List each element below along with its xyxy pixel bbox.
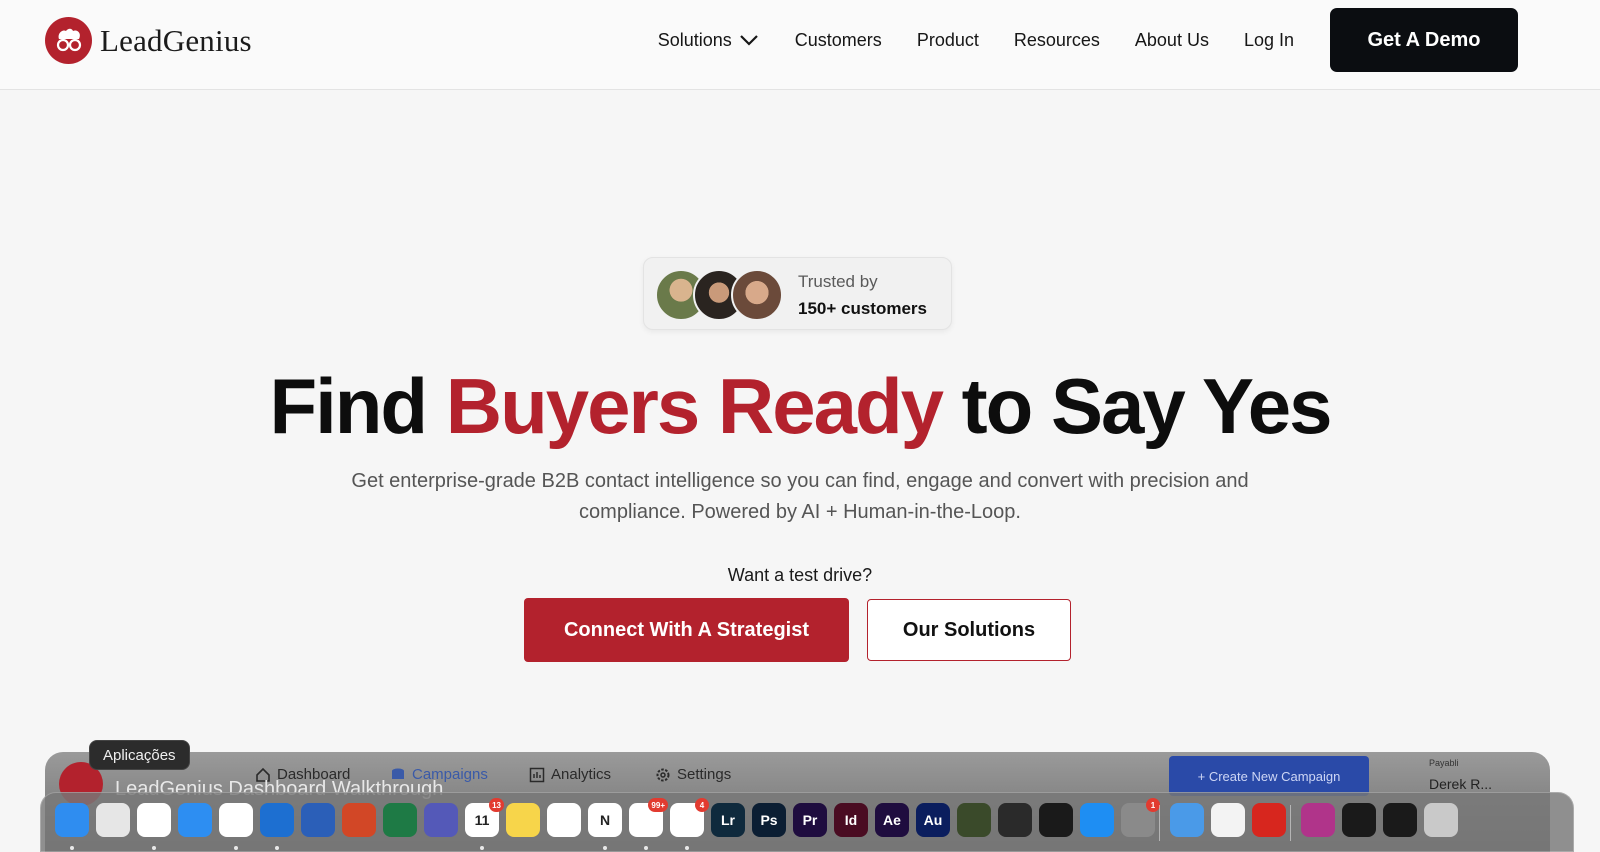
audition-icon[interactable]: Au <box>916 803 950 837</box>
avatar <box>731 269 783 321</box>
hero-subtitle: Get enterprise-grade B2B contact intelli… <box>300 466 1300 528</box>
dock-icon-label: Ae <box>883 812 901 828</box>
bar-chart-icon <box>529 767 545 782</box>
dock-tooltip: Aplicações <box>89 740 190 770</box>
notification-badge: 4 <box>695 798 709 812</box>
gear-icon <box>656 768 670 781</box>
window-thumbnail-icon[interactable] <box>1342 803 1376 837</box>
hero-subtitle-line1: Get enterprise-grade B2B contact intelli… <box>351 470 1249 492</box>
trash-icon[interactable] <box>1424 803 1458 837</box>
reminders-icon[interactable] <box>547 803 581 837</box>
dock-separator <box>1159 805 1160 841</box>
indesign-icon[interactable]: Id <box>834 803 868 837</box>
preview-nav-settings: Settings <box>655 766 731 783</box>
trust-badge: Trusted by 150+ customers <box>643 257 952 330</box>
photoshop-icon[interactable]: Ps <box>752 803 786 837</box>
finder-icon[interactable] <box>55 803 89 837</box>
notification-badge: 99+ <box>648 798 668 812</box>
dock-icon-label: 11 <box>474 812 490 828</box>
calendar-icon[interactable]: 11 13 <box>465 798 504 837</box>
brand-logo[interactable]: LeadGenius <box>45 17 252 64</box>
nav-solutions[interactable]: Solutions <box>658 30 760 51</box>
running-indicator <box>152 846 156 850</box>
connect-strategist-button[interactable]: Connect With A Strategist <box>524 598 849 662</box>
numbers-sheet-icon[interactable] <box>1211 803 1245 837</box>
test-drive-label: Want a test drive? <box>727 565 873 585</box>
hero-title-part2: to Say Yes <box>942 362 1333 450</box>
get-demo-button[interactable]: Get A Demo <box>1330 8 1518 72</box>
main-nav: Solutions Customers Product Resources Ab… <box>658 8 1518 72</box>
window-thumbnail-icon[interactable] <box>1383 803 1417 837</box>
macos-dock: 11 13 N 99+ 4 Lr Ps Pr Id Ae Au 1 <box>40 792 1574 852</box>
nav-product[interactable]: Product <box>917 30 979 51</box>
nav-resources[interactable]: Resources <box>1014 30 1100 51</box>
notification-badge: 1 <box>1146 798 1160 812</box>
our-solutions-button[interactable]: Our Solutions <box>867 599 1071 661</box>
preview-user-name: Derek R... <box>1429 776 1493 792</box>
notes-icon[interactable] <box>506 803 540 837</box>
app-store-icon[interactable] <box>1080 803 1114 837</box>
nav-log-in[interactable]: Log In <box>1244 30 1294 51</box>
notion-icon[interactable]: N <box>588 803 622 837</box>
hero-title-part1: Find <box>269 362 446 450</box>
preview-create-campaign-button: + Create New Campaign <box>1169 756 1369 796</box>
running-indicator <box>685 846 689 850</box>
running-indicator <box>644 846 648 850</box>
outlook-icon[interactable] <box>260 803 294 837</box>
slack-icon[interactable]: 4 <box>670 798 709 837</box>
send-icon[interactable]: 99+ <box>629 798 668 837</box>
preview-nav-label: Analytics <box>551 766 612 783</box>
globe-app-icon[interactable] <box>957 803 991 837</box>
teams-icon[interactable] <box>424 803 458 837</box>
site-header: LeadGenius Solutions Customers Product R… <box>0 0 1600 90</box>
hero-title-accent: Buyers Ready <box>445 362 944 450</box>
system-settings-icon[interactable]: 1 <box>1121 798 1160 837</box>
acrobat-icon[interactable] <box>1252 803 1286 837</box>
chatgpt-icon[interactable] <box>137 803 171 837</box>
dock-icon-label: Pr <box>802 812 818 828</box>
dock-icon-label: Au <box>923 812 943 828</box>
disk-utility-icon[interactable] <box>1170 803 1204 837</box>
safari-icon[interactable] <box>178 803 212 837</box>
preview-nav-analytics: Analytics <box>529 766 611 783</box>
hero-subtitle-line2: compliance. Powered by AI + Human-in-the… <box>579 501 1021 523</box>
running-indicator <box>480 846 484 850</box>
dock-separator <box>1290 805 1291 841</box>
running-indicator <box>603 846 607 850</box>
running-indicator <box>275 846 279 850</box>
powerpoint-icon[interactable] <box>342 803 376 837</box>
chrome-icon[interactable] <box>219 803 253 837</box>
tomorrowland-icon[interactable] <box>1039 803 1073 837</box>
launchpad-icon[interactable] <box>96 803 130 837</box>
lightroom-icon[interactable]: Lr <box>711 803 745 837</box>
customer-avatars <box>655 269 785 321</box>
running-indicator <box>234 846 238 850</box>
premiere-icon[interactable]: Pr <box>793 803 827 837</box>
excel-icon[interactable] <box>383 803 417 837</box>
nav-solutions-label: Solutions <box>657 29 732 50</box>
trust-count: 150+ customers <box>798 299 927 318</box>
nav-about-us[interactable]: About Us <box>1135 30 1209 51</box>
dock-icon-label: Id <box>844 812 858 828</box>
hero-title: Find Buyers Ready to Say Yes <box>0 360 1600 452</box>
dock-icon-label: Lr <box>721 812 735 828</box>
brain-glasses-icon <box>45 17 92 64</box>
preview-user-org: Payabli <box>1429 758 1459 768</box>
notification-badge: 13 <box>489 798 504 812</box>
nav-customers[interactable]: Customers <box>795 30 882 51</box>
preview-nav-label: Settings <box>677 766 732 783</box>
recent-app-icon[interactable] <box>1301 803 1335 837</box>
fl-studio-icon[interactable] <box>998 803 1032 837</box>
word-icon[interactable] <box>301 803 335 837</box>
brand-name: LeadGenius <box>100 22 252 58</box>
chevron-down-icon <box>740 35 758 46</box>
aftereffects-icon[interactable]: Ae <box>875 803 909 837</box>
dock-icon-label: Ps <box>760 812 778 828</box>
trust-label: Trusted by <box>798 272 878 291</box>
running-indicator <box>70 846 74 850</box>
dock-icon-label: N <box>599 812 611 828</box>
